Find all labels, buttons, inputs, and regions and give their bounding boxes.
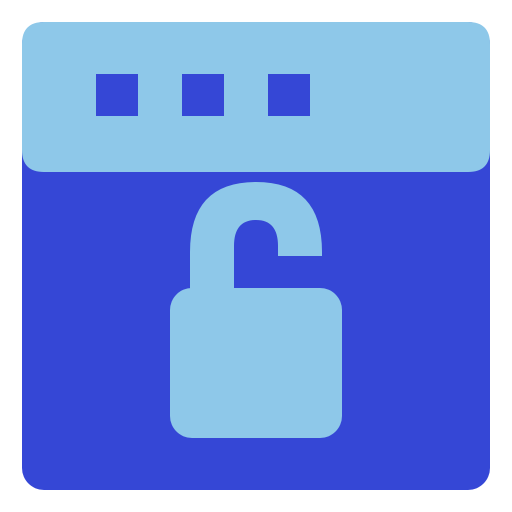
- padlock-body: [170, 288, 342, 438]
- browser-window-unlocked-icon: [22, 22, 490, 490]
- window-dot-icon: [96, 74, 138, 116]
- window-dot-icon: [182, 74, 224, 116]
- window-dot-icon: [268, 74, 310, 116]
- title-bar: [22, 22, 490, 172]
- icon-canvas: [0, 0, 512, 512]
